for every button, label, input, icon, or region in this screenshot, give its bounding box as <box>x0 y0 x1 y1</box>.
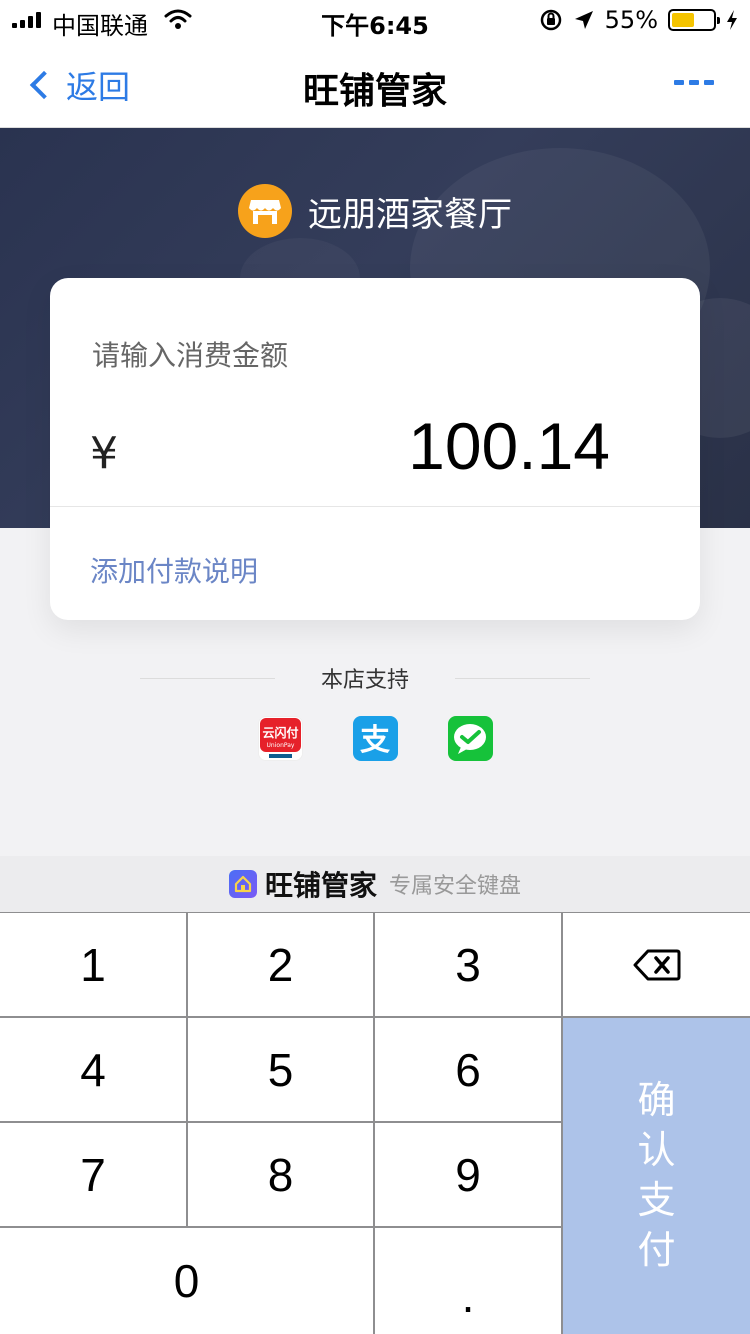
key-decimal[interactable]: . <box>375 1228 561 1334</box>
amount-prompt: 请输入消费金额 <box>92 339 289 372</box>
delete-button[interactable] <box>563 913 750 1016</box>
key-4[interactable]: 4 <box>0 1018 186 1121</box>
card-divider <box>50 506 700 507</box>
key-1[interactable]: 1 <box>0 913 186 1016</box>
battery-icon <box>668 9 720 31</box>
shop-name: 远朋酒家餐厅 <box>308 194 512 235</box>
divider <box>455 677 591 679</box>
confirm-char: 认 <box>637 1130 676 1172</box>
numeric-keypad: 1 2 3 4 5 6 7 8 9 0 . 确 认 支 付 <box>0 912 750 1334</box>
key-9[interactable]: 9 <box>375 1123 561 1226</box>
more-dots-icon[interactable] <box>674 80 714 85</box>
keyboard-header: 旺铺管家 专属安全键盘 <box>0 856 750 912</box>
location-arrow-icon <box>574 11 593 29</box>
orientation-lock-icon <box>540 9 561 31</box>
supported-label: 本店支持 <box>321 668 410 693</box>
nav-bar: 返回 旺铺管家 <box>0 40 750 128</box>
backspace-icon <box>633 949 680 980</box>
shop-info: 远朋酒家餐厅 <box>0 184 750 238</box>
svg-text:云闪付: 云闪付 <box>262 725 298 740</box>
charging-icon <box>727 10 737 30</box>
payment-methods: 云闪付 UnionPay 支 <box>0 716 750 761</box>
home-logo-icon <box>228 870 257 898</box>
supported-payments-header: 本店支持 <box>140 660 591 696</box>
status-bar: 中国联通 下午6:45 55% <box>0 0 750 40</box>
page-title: 旺铺管家 <box>302 71 447 112</box>
wechat-pay-icon <box>447 716 493 761</box>
svg-text:支: 支 <box>360 723 390 758</box>
battery-percent: 55% <box>604 6 658 34</box>
status-right: 55% <box>539 6 738 34</box>
keyboard-subtitle: 专属安全键盘 <box>389 874 522 899</box>
key-7[interactable]: 7 <box>0 1123 186 1226</box>
confirm-char: 支 <box>637 1180 676 1222</box>
keyboard-brand: 旺铺管家 <box>264 869 377 902</box>
alipay-icon: 支 <box>352 716 398 761</box>
amount-card: 请输入消费金额 ¥ 添加付款说明 <box>50 278 700 620</box>
key-3[interactable]: 3 <box>375 913 561 1016</box>
key-0[interactable]: 0 <box>0 1228 373 1334</box>
storefront-icon <box>238 184 292 238</box>
unionpay-icon: 云闪付 UnionPay <box>257 716 303 761</box>
svg-text:UnionPay: UnionPay <box>266 742 294 749</box>
confirm-pay-button[interactable]: 确 认 支 付 <box>563 1018 750 1334</box>
amount-input[interactable] <box>210 406 610 486</box>
divider <box>140 677 275 679</box>
key-8[interactable]: 8 <box>188 1123 373 1226</box>
confirm-char: 付 <box>637 1230 676 1272</box>
key-6[interactable]: 6 <box>375 1018 561 1121</box>
add-payment-note-link[interactable]: 添加付款说明 <box>90 550 258 590</box>
key-2[interactable]: 2 <box>188 913 373 1016</box>
currency-symbol: ¥ <box>90 428 118 479</box>
confirm-char: 确 <box>637 1080 676 1122</box>
key-5[interactable]: 5 <box>188 1018 373 1121</box>
